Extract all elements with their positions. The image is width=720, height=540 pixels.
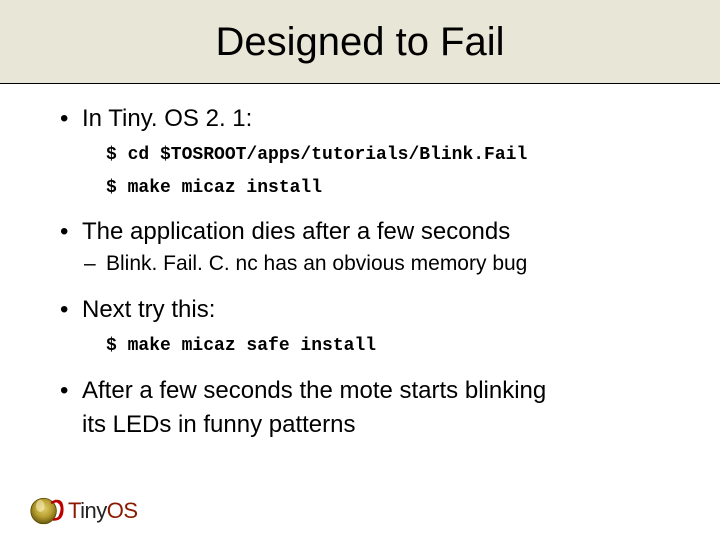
tinyos-logo: TinyOS xyxy=(30,494,138,528)
sub-bullet-bug: Blink. Fail. C. nc has an obvious memory… xyxy=(60,251,680,277)
cmd-make-safe: $ make micaz safe install xyxy=(60,335,680,358)
slide: Designed to Fail In Tiny. OS 2. 1: $ cd … xyxy=(0,0,720,540)
tinyos-logo-text: TinyOS xyxy=(68,498,138,524)
bullet-next-try: Next try this: xyxy=(60,295,680,325)
bullet-blinking-2: its LEDs in funny patterns xyxy=(60,410,680,440)
slide-title: Designed to Fail xyxy=(0,20,720,65)
slide-content: In Tiny. OS 2. 1: $ cd $TOSROOT/apps/tut… xyxy=(0,84,720,440)
tinyos-logo-icon xyxy=(30,494,64,528)
bullet-intro: In Tiny. OS 2. 1: xyxy=(60,104,680,134)
bullet-blinking-1: After a few seconds the mote starts blin… xyxy=(60,376,680,406)
cmd-make-install: $ make micaz install xyxy=(60,177,680,200)
title-bar: Designed to Fail xyxy=(0,0,720,84)
cmd-cd: $ cd $TOSROOT/apps/tutorials/Blink.Fail xyxy=(60,144,680,167)
bullet-dies: The application dies after a few seconds xyxy=(60,217,680,247)
